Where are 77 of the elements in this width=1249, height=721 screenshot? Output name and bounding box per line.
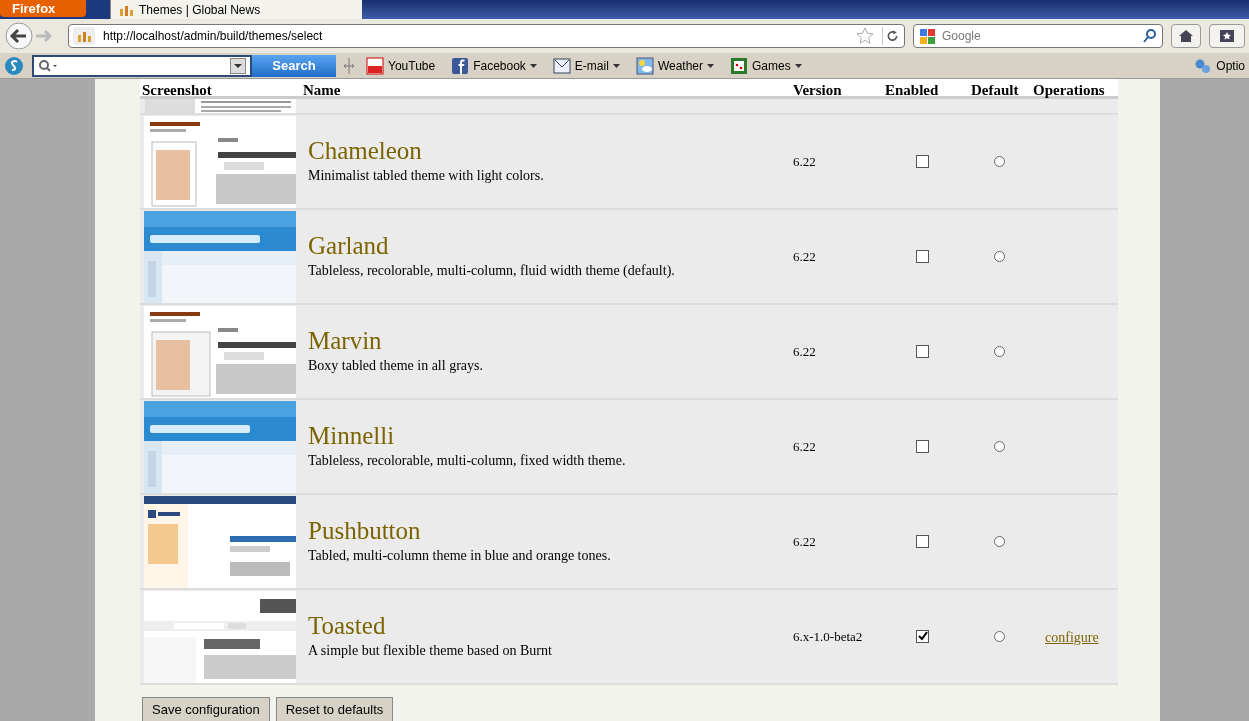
envelope-icon — [552, 56, 571, 75]
theme-description: Boxy tabled theme in all grays. — [308, 357, 484, 375]
video-logo-icon — [366, 56, 384, 75]
caret-icon — [529, 63, 537, 68]
enabled-checkbox[interactable] — [916, 250, 929, 263]
version-text: 6.22 — [792, 437, 817, 456]
bookmarks-button[interactable] — [1209, 24, 1245, 48]
app-logo-icon — [4, 55, 24, 76]
cards-icon — [730, 56, 748, 75]
column-header: Operations — [1032, 81, 1106, 100]
column-header: Enabled — [884, 81, 940, 100]
version-text: 6.22 — [792, 342, 817, 361]
search-icon — [1142, 28, 1158, 44]
version-text: 6.22 — [792, 247, 817, 266]
configure-link[interactable]: configure — [1045, 629, 1099, 645]
tab-title: Themes | Global News — [139, 1, 261, 19]
enabled-checkbox[interactable] — [916, 345, 929, 358]
sun-cloud-icon — [635, 56, 654, 75]
form-button[interactable]: Save configuration — [142, 697, 270, 721]
default-radio[interactable] — [994, 441, 1005, 452]
column-header: Version — [792, 81, 843, 100]
column-header: Default — [970, 81, 1020, 100]
caret-icon — [612, 63, 620, 68]
version-text: 6.22 — [792, 152, 817, 171]
theme-name: Pushbutton — [308, 517, 422, 545]
search-field[interactable]: Google — [913, 24, 1163, 48]
default-radio[interactable] — [994, 251, 1005, 262]
bookmark-link[interactable]: E-mail — [548, 56, 624, 75]
search-placeholder: Google — [942, 28, 982, 45]
dropdown-icon — [230, 57, 246, 74]
theme-description: Tableless, recolorable, multi-column, fluid width theme (default). — [308, 262, 676, 280]
default-radio[interactable] — [994, 631, 1005, 642]
theme-name: Chameleon — [308, 137, 423, 165]
theme-name: Minnelli — [308, 422, 396, 450]
f-logo-icon — [451, 56, 470, 75]
bookmark-link[interactable]: Weather — [631, 56, 718, 75]
site-icon — [73, 27, 95, 45]
theme-name: Marvin — [308, 327, 383, 355]
enabled-checkbox[interactable] — [916, 535, 929, 548]
theme-description: Tableless, recolorable, multi-column, fixed width theme. — [308, 452, 627, 470]
bookmark-link[interactable]: YouTube — [362, 56, 440, 75]
bookmark-link[interactable]: Games — [726, 56, 806, 75]
resize-handle-icon — [344, 56, 354, 75]
search-icon — [38, 58, 58, 73]
options-link[interactable]: Optio — [1194, 56, 1245, 75]
browser-tab[interactable]: Themes | Global News — [110, 0, 362, 19]
theme-name: Toasted — [308, 612, 387, 640]
site-icon — [119, 3, 135, 16]
star-icon — [856, 27, 874, 45]
url-text: http://localhost/admin/build/themes/select — [103, 28, 324, 45]
search-button[interactable]: Search — [252, 54, 336, 77]
version-text: 6.x-1.0-beta2 — [792, 627, 864, 646]
home-icon — [1178, 29, 1194, 43]
home-button[interactable] — [1171, 24, 1201, 48]
default-radio[interactable] — [994, 346, 1005, 357]
default-radio[interactable] — [994, 156, 1005, 167]
form-button[interactable]: Reset to defaults — [275, 697, 394, 721]
check-icon — [917, 631, 928, 642]
caret-icon — [794, 63, 802, 68]
theme-description: A simple but flexible theme based on Burnt — [308, 642, 553, 660]
enabled-checkbox[interactable] — [916, 440, 929, 453]
search-engine-icon — [918, 27, 938, 45]
default-radio[interactable] — [994, 536, 1005, 547]
column-header: Name — [302, 81, 342, 100]
column-header: Screenshot — [141, 81, 213, 100]
enabled-checkbox[interactable] — [916, 155, 929, 168]
address-field[interactable]: http://localhost/admin/build/themes/select — [68, 24, 905, 48]
version-text: 6.22 — [792, 532, 817, 551]
toolbar-search-field[interactable] — [32, 54, 252, 77]
theme-description: Tabled, multi-column theme in blue and orange tones. — [308, 547, 612, 565]
caret-icon — [707, 63, 714, 68]
theme-name: Garland — [308, 232, 390, 260]
enabled-checkbox[interactable] — [916, 630, 929, 643]
reload-icon — [882, 27, 900, 45]
theme-description: Minimalist tabled theme with light colors. — [308, 167, 545, 185]
bookmark-link[interactable]: Facebook — [447, 56, 541, 75]
gears-icon — [1194, 57, 1213, 74]
